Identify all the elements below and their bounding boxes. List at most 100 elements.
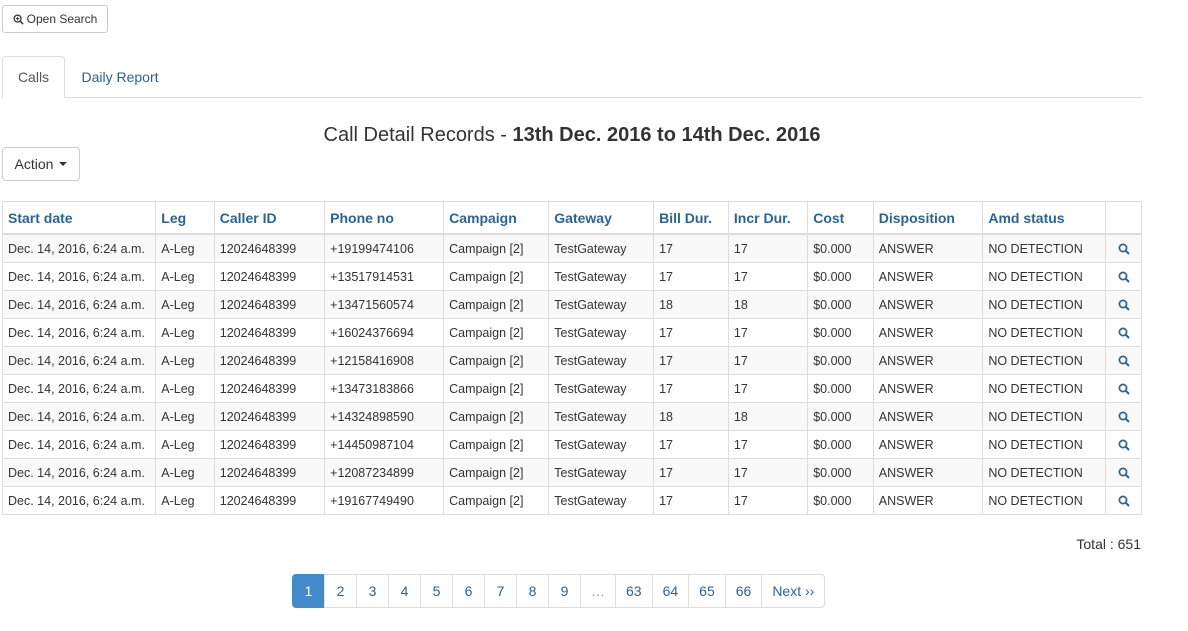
table-row: Dec. 14, 2016, 6:24 a.m. A-Leg 12024648399… (1, 430, 1142, 459)
table-cell: A-Leg (155, 430, 215, 459)
row-view-button[interactable] (1105, 458, 1142, 487)
table-cell: 12024648399 (213, 233, 326, 263)
search-icon (1118, 383, 1130, 395)
table-cell: NO DETECTION (982, 233, 1107, 263)
pagination-page-3[interactable]: 3 (356, 574, 389, 608)
table-cell: TestGateway (548, 262, 655, 291)
call-records-table: Start date Leg Caller ID Phone no Campaign Ga… (1, 201, 1142, 515)
table-cell: +13473183866 (324, 374, 445, 403)
table-cell: A-Leg (155, 374, 215, 403)
pagination-page-63[interactable]: 63 (615, 574, 653, 608)
table-cell: 17 (727, 233, 809, 263)
table-cell: 12024648399 (213, 346, 326, 375)
table-cell: Campaign [2] (443, 290, 550, 319)
table-cell: 17 (727, 486, 809, 515)
table-cell: 18 (653, 290, 729, 319)
table-cell: 12024648399 (213, 290, 326, 319)
table-cell: TestGateway (548, 374, 655, 403)
row-view-button[interactable] (1105, 374, 1142, 403)
column-header[interactable]: Disposition (872, 201, 984, 235)
column-header[interactable]: Caller ID (213, 201, 326, 235)
tab-bar: Calls Daily Report (2, 56, 1142, 98)
pagination-page-6[interactable]: 6 (452, 574, 485, 608)
tab-daily-report[interactable]: Daily Report (70, 56, 170, 97)
table-cell: ANSWER (872, 318, 984, 347)
column-header[interactable]: Bill Dur. (653, 201, 729, 235)
column-header[interactable]: Amd status (982, 201, 1107, 235)
table-cell: Dec. 14, 2016, 6:24 a.m. (1, 430, 157, 459)
table-cell: ANSWER (872, 402, 984, 431)
table-cell: Dec. 14, 2016, 6:24 a.m. (1, 374, 157, 403)
pagination-page-5[interactable]: 5 (420, 574, 453, 608)
table-cell: Dec. 14, 2016, 6:24 a.m. (1, 233, 157, 263)
search-icon (1118, 495, 1130, 507)
pagination-page-7[interactable]: 7 (484, 574, 517, 608)
table-cell: Dec. 14, 2016, 6:24 a.m. (1, 402, 157, 431)
row-view-button[interactable] (1105, 346, 1142, 375)
row-view-button[interactable] (1105, 486, 1142, 515)
column-header[interactable]: Start date (1, 201, 157, 235)
table-cell: 17 (727, 262, 809, 291)
table-cell: 17 (653, 233, 729, 263)
table-cell: $0.000 (807, 374, 874, 403)
tab-calls[interactable]: Calls (2, 56, 65, 98)
column-header[interactable]: Leg (155, 201, 215, 235)
row-view-button[interactable] (1105, 233, 1142, 263)
table-cell: NO DETECTION (982, 318, 1107, 347)
table-cell: ANSWER (872, 262, 984, 291)
column-header[interactable]: Incr Dur. (727, 201, 809, 235)
action-dropdown-button[interactable]: Action (2, 147, 80, 181)
table-cell: 17 (653, 458, 729, 487)
pagination-ellipsis: … (580, 574, 616, 608)
table-cell: Campaign [2] (443, 233, 550, 263)
table-cell: 18 (653, 402, 729, 431)
table-cell: 18 (727, 290, 809, 319)
column-header[interactable]: Cost (807, 201, 874, 235)
table-cell: +16024376694 (324, 318, 445, 347)
table-cell: 12024648399 (213, 374, 326, 403)
pagination-next-button[interactable]: Next ›› (761, 574, 826, 608)
pagination-page-9[interactable]: 9 (548, 574, 581, 608)
table-cell: +12087234899 (324, 458, 445, 487)
pagination-page-2[interactable]: 2 (324, 574, 357, 608)
pagination-page-64[interactable]: 64 (651, 574, 690, 608)
column-header[interactable]: Campaign (443, 201, 550, 235)
row-view-button[interactable] (1105, 318, 1142, 347)
table-cell: A-Leg (155, 290, 215, 319)
column-header[interactable]: Gateway (548, 201, 655, 235)
table-cell: +12158416908 (324, 346, 445, 375)
table-cell: Dec. 14, 2016, 6:24 a.m. (1, 458, 157, 487)
column-header[interactable]: Phone no (324, 201, 445, 235)
pagination-page-65[interactable]: 65 (688, 574, 726, 608)
table-cell: Campaign [2] (443, 486, 550, 515)
pagination: 1 2 3 4 5 6 7 8 9… 63 64 65 66 Next ›› (292, 574, 826, 608)
table-cell: TestGateway (548, 290, 655, 319)
table-row: Dec. 14, 2016, 6:24 a.m. A-Leg 12024648399… (1, 262, 1142, 291)
table-cell: 17 (653, 486, 729, 515)
search-icon (1118, 271, 1130, 283)
table-cell: A-Leg (155, 402, 215, 431)
table-cell: Campaign [2] (443, 430, 550, 459)
row-view-button[interactable] (1105, 290, 1142, 319)
column-header-actions (1105, 201, 1142, 235)
row-view-button[interactable] (1105, 262, 1142, 291)
table-cell: Campaign [2] (443, 318, 550, 347)
table-cell: ANSWER (872, 346, 984, 375)
table-cell: 12024648399 (213, 318, 326, 347)
search-icon (1118, 439, 1130, 451)
table-cell: 12024648399 (213, 486, 326, 515)
open-search-label: Open Search (26, 12, 98, 26)
open-search-button[interactable]: Open Search (2, 5, 108, 33)
table-cell: Dec. 14, 2016, 6:24 a.m. (1, 318, 157, 347)
row-view-button[interactable] (1105, 402, 1142, 431)
table-cell: 17 (727, 430, 809, 459)
table-cell: +13517914531 (324, 262, 445, 291)
table-cell: ANSWER (872, 458, 984, 487)
pagination-page-1[interactable]: 1 (292, 574, 325, 608)
table-cell: $0.000 (807, 402, 874, 431)
pagination-page-66[interactable]: 66 (724, 574, 763, 608)
row-view-button[interactable] (1105, 430, 1142, 459)
pagination-page-8[interactable]: 8 (516, 574, 549, 608)
pagination-page-4[interactable]: 4 (388, 574, 421, 608)
table-cell: 17 (727, 458, 809, 487)
